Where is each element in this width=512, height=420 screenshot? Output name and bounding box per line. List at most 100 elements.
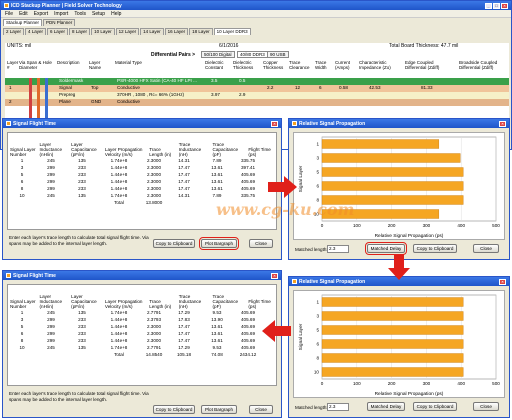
table-cell[interactable]: 2.7791 (140, 344, 168, 351)
table-cell[interactable]: 2.3000 (140, 330, 168, 337)
table-cell: 1.74e+8 (110, 310, 128, 315)
table-cell[interactable]: 2.3000 (140, 185, 168, 192)
table-cell: 405.69 (240, 317, 256, 322)
menu-setup[interactable]: Setup (92, 11, 105, 17)
table-row[interactable]: 3 299 233 1.44e+8 2.3000 17.47 13.61 397.41 (8, 164, 276, 171)
bar (321, 311, 464, 321)
tab-6-layer[interactable]: 6 Layer (47, 28, 69, 35)
close-button[interactable]: Close (473, 402, 499, 411)
x-tick-label: 500 (492, 223, 500, 228)
menu-help[interactable]: Help (111, 11, 121, 17)
rsp-top-chart: 0 100 200 300 400 5001356810Relative Signal P… (293, 132, 505, 240)
table-row[interactable]: 8 299 233 1.44e+8 2.3000 17.47 13.61 405.69 (8, 185, 276, 192)
maximize-button[interactable]: □ (493, 2, 500, 9)
menu-import[interactable]: Import (54, 11, 68, 17)
table-row[interactable]: 1 245 135 1.74e+8 2.7791 17.29 9.53 405.69 (8, 309, 276, 316)
table-row[interactable]: 6 299 233 1.44e+8 2.3000 17.47 13.61 405.69 (8, 178, 276, 185)
table-cell: 13.61 (211, 338, 223, 343)
col-trace-width: Trace Width (315, 60, 327, 70)
table-cell[interactable]: 2.3000 (140, 171, 168, 178)
tab-8-layer[interactable]: 8 Layer (69, 28, 91, 35)
col-dielectric-constant: Dielectric Constant (205, 60, 224, 70)
table-cell: 135 (78, 345, 86, 350)
table-cell[interactable]: 2.3000 (140, 157, 168, 164)
table-cell[interactable]: 2.3000 (140, 337, 168, 344)
sft-icon (6, 121, 11, 126)
table-row[interactable]: 1 Signal Top Conductive 2.2 12 6 0.58 42… (5, 85, 509, 92)
menu-edit[interactable]: Edit (19, 11, 28, 17)
top-tabs: Stackup Planner PDN Planner (1, 18, 511, 26)
table-row[interactable]: Prepreg 370HR , 1080 , Rc= 66% (1GHz) 3.… (5, 92, 509, 99)
table-row[interactable]: 2 Plane GND Conductive (5, 99, 509, 106)
table-cell[interactable]: 2.7791 (140, 309, 168, 316)
copy-to-clipboard-button[interactable]: Copy to Clipboard (153, 405, 195, 414)
table-row[interactable]: 6 299 233 1.44e+8 2.3000 17.47 13.61 405.69 (8, 330, 276, 337)
table-cell: 299 (47, 317, 55, 322)
table-cell[interactable]: 2.3000 (140, 178, 168, 185)
table-row[interactable]: 10 245 135 1.74e+8 2.7791 17.29 9.53 405.69 (8, 344, 276, 351)
tab-10-layer-ddr3[interactable]: 10 Layer DDR3 (213, 28, 251, 35)
matched-length-input[interactable]: 2.3 (327, 403, 349, 411)
tab-4-layer[interactable]: 4 Layer (25, 28, 47, 35)
table-cell: 405.69 (240, 331, 256, 336)
table-row[interactable]: 8 299 233 1.44e+8 2.3000 17.47 13.61 405.69 (8, 337, 276, 344)
close-button[interactable]: Close (473, 244, 499, 253)
close-icon[interactable]: × (271, 272, 278, 279)
matched-length-input[interactable]: 2.3 (327, 245, 349, 253)
col-trace-capacitance: Trace Capacitance (pF) (212, 294, 239, 309)
close-icon[interactable]: × (271, 120, 278, 127)
tab-pdn-planner[interactable]: PDN Planner (43, 19, 76, 26)
matched-delay-button[interactable]: Matched Delay (367, 402, 405, 411)
col-layer: Layer # (7, 60, 19, 70)
plot-bargraph-button[interactable]: Plot Bargraph (201, 405, 237, 414)
sft-bottom-title: Signal Flight Time (13, 272, 56, 279)
menu-file[interactable]: File (5, 11, 13, 17)
menu-export[interactable]: Export (34, 11, 48, 17)
table-cell (36, 351, 66, 358)
diff-pair-option-1[interactable]: 50/100 Digital (201, 51, 235, 58)
tab-2-layer[interactable]: 2 Layer (3, 28, 25, 35)
col-trace-inductance: Trace Inductance (nH) (178, 142, 202, 157)
table-row[interactable]: Soldermask PSR-4000 HFX Satin (CA-40 HF … (5, 78, 509, 85)
table-row[interactable]: 3 299 233 1.44e+8 2.3793 17.83 13.90 405.69 (8, 316, 276, 323)
table-row[interactable]: 10 245 135 1.74e+8 2.3000 14.31 7.89 335.75 (8, 192, 276, 199)
close-icon[interactable]: × (499, 278, 506, 285)
table-cell[interactable]: 2.3000 (140, 323, 168, 330)
table-cell[interactable]: 2.3793 (140, 316, 168, 323)
table-cell[interactable]: 13.8000 (140, 199, 168, 206)
minimize-button[interactable]: _ (485, 2, 492, 9)
table-cell: 405.69 (240, 172, 256, 177)
diff-pair-option-3[interactable]: 90 USB (267, 51, 289, 58)
tab-18-layer[interactable]: 18 Layer (189, 28, 213, 35)
close-window-button[interactable]: × (501, 2, 508, 9)
matched-delay-button[interactable]: Matched Delay (365, 242, 407, 255)
copy-to-clipboard-button[interactable]: Copy to Clipboard (153, 239, 195, 248)
table-cell: 105.18 (176, 352, 192, 357)
close-button[interactable]: Close (249, 405, 273, 414)
table-row[interactable]: 5 299 233 1.44e+8 2.3000 17.47 13.61 405.69 (8, 323, 276, 330)
copy-to-clipboard-button[interactable]: Copy to Clipboard (413, 402, 457, 411)
table-cell: 299 (47, 186, 55, 191)
plot-bargraph-button[interactable]: Plot Bargraph (199, 237, 239, 250)
col-layer-inductance: Layer Inductance (nH/in) (39, 294, 63, 309)
diff-pair-option-2[interactable]: 40/80 DDR3 (237, 51, 268, 58)
tab-stackup-planner[interactable]: Stackup Planner (3, 19, 43, 26)
rsp-bottom-chart: 0 100 200 300 400 500 1 3 5 6 8 10 Relative Signal P… (293, 290, 505, 398)
tab-14-layer[interactable]: 14 Layer (140, 28, 164, 35)
table-cell[interactable]: 2.3000 (140, 192, 168, 199)
table-row[interactable]: 1 245 135 1.74e+8 2.3000 14.31 7.89 335.75 (8, 157, 276, 164)
table-cell[interactable]: 2.3000 (140, 164, 168, 171)
y-tick-label: 5 (316, 328, 319, 333)
table-cell[interactable]: 14.8540 (140, 351, 168, 358)
table-cell: 17.83 (178, 317, 190, 322)
tab-12-layer[interactable]: 12 Layer (115, 28, 140, 35)
menu-tools[interactable]: Tools (74, 11, 86, 17)
tab-16-layer[interactable]: 16 Layer (164, 28, 189, 35)
close-icon[interactable]: × (499, 120, 506, 127)
copy-to-clipboard-button[interactable]: Copy to Clipboard (413, 244, 457, 253)
table-row[interactable]: Total 14.8540 105.18 74.08 2434.12 (8, 351, 276, 358)
close-button[interactable]: Close (249, 239, 273, 248)
table-cell: 17.47 (178, 324, 190, 329)
table-row[interactable]: 5 299 233 1.44e+8 2.3000 17.47 13.61 405.69 (8, 171, 276, 178)
tab-10-layer[interactable]: 10 Layer (91, 28, 115, 35)
